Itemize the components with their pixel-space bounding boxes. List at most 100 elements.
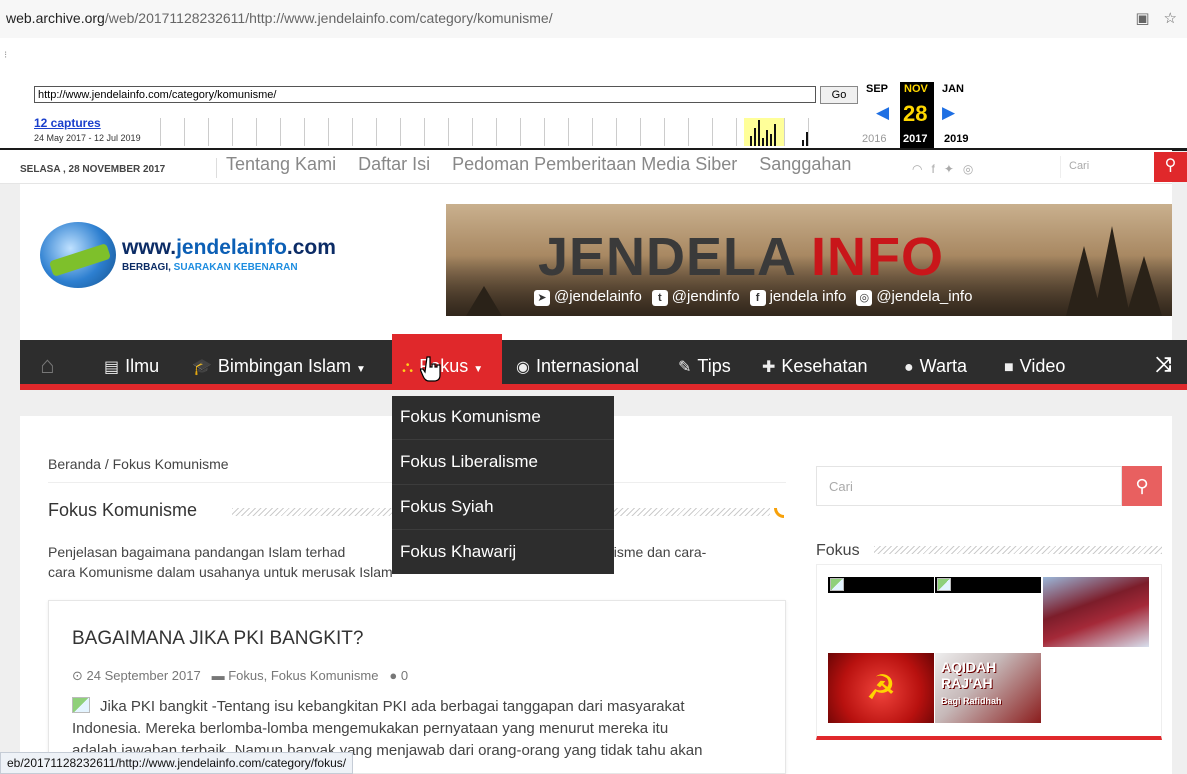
tumblr-icon: t: [651, 290, 668, 306]
topbar-link-daftar[interactable]: Daftar Isi: [358, 154, 430, 175]
nav-item-video[interactable]: ■ Video: [1004, 340, 1065, 390]
logo-prefix: www.: [122, 236, 177, 259]
banner-title: JENDELA INFO: [538, 226, 944, 288]
star-icon[interactable]: ☆: [1164, 9, 1177, 27]
nav-label: Bimbingan Islam: [217, 356, 351, 376]
nav-item-fokus[interactable]: ⛬ Fokus ▼: [402, 340, 483, 390]
post-comment-count[interactable]: 0: [401, 668, 408, 683]
nav-item-ilmu[interactable]: ▤ Ilmu: [104, 340, 159, 390]
wayback-next-month[interactable]: JAN: [942, 83, 964, 95]
nav-item-tips[interactable]: ✎ Tips: [678, 340, 731, 390]
wayback-prev-year[interactable]: 2016: [862, 133, 886, 145]
graduation-cap-icon: 🎓: [192, 359, 212, 376]
fokus-thumb-flag[interactable]: [1043, 577, 1149, 647]
timeline-year-divider: [712, 118, 713, 146]
topbar-search-input[interactable]: Cari: [1060, 156, 1156, 178]
tagline-b: SUARAKAN KEBENARAN: [173, 262, 298, 273]
timeline-year-divider: [376, 118, 377, 146]
wayback-sparkline[interactable]: [160, 118, 840, 146]
dropdown-item-komunisme[interactable]: Fokus Komunisme: [400, 407, 541, 427]
dropdown-item-syiah[interactable]: Fokus Syiah: [400, 497, 494, 517]
dropdown-divider: [392, 439, 614, 440]
scroll-marker: ⁝: [4, 50, 8, 61]
wayback-capture-bars: [744, 118, 844, 146]
video-camera-icon: ■: [1004, 359, 1014, 376]
fokus-thumb[interactable]: [828, 577, 934, 647]
logo-globe-icon[interactable]: [40, 222, 116, 288]
comments-icon: ●: [904, 359, 914, 376]
browser-url[interactable]: web.archive.org/web/20171128232611/http:…: [6, 10, 553, 26]
capture-bar: [754, 128, 756, 146]
chevron-down-icon: ▼: [473, 364, 484, 375]
breadcrumb: Beranda / Fokus Komunisme: [48, 456, 229, 472]
sidebar-search-button[interactable]: ⚲: [1122, 466, 1162, 506]
topbar-link-pedoman[interactable]: Pedoman Pemberitaan Media Siber: [452, 154, 737, 175]
shuffle-icon[interactable]: ⤨: [1140, 340, 1187, 390]
wayback-current-year: 2017: [903, 133, 928, 145]
timeline-year-divider: [328, 118, 329, 146]
rss-icon[interactable]: ◠: [912, 162, 922, 176]
nav-label: Tips: [697, 356, 731, 376]
wayback-captures-link[interactable]: 12 captures: [34, 116, 101, 130]
next-capture-arrow-icon[interactable]: ▶: [942, 103, 955, 123]
nav-label: Ilmu: [125, 356, 160, 376]
nav-item-warta[interactable]: ● Warta: [904, 340, 967, 390]
topbar-search-button[interactable]: ⚲: [1154, 152, 1187, 182]
sidebar-title-hatch: [874, 546, 1162, 554]
sidebar-fokus-title: Fokus: [816, 542, 860, 559]
capture-bar: [806, 132, 808, 146]
topbar-link-sanggahan[interactable]: Sanggahan: [759, 154, 851, 175]
prev-capture-arrow-icon[interactable]: ◀: [876, 103, 889, 123]
fokus-thumb[interactable]: [935, 577, 1041, 647]
fokus-thumb-aqidah[interactable]: AQIDAH RAJ'AH Bagi Rafidhah: [935, 653, 1041, 723]
dropdown-item-khawarij[interactable]: Fokus Khawarij: [400, 542, 516, 562]
post-meta: ⊙ 24 September 2017 ▬ Fokus, Fokus Komun…: [72, 668, 408, 684]
timeline-year-divider: [280, 118, 281, 146]
twitter-icon[interactable]: ✦: [944, 162, 954, 176]
sidebar-search-input[interactable]: Cari: [816, 466, 1122, 506]
nav-item-bimbingan-islam[interactable]: 🎓 Bimbingan Islam ▼: [192, 340, 366, 390]
broken-image-icon: [830, 578, 844, 591]
facebook-icon[interactable]: f: [931, 162, 934, 176]
binoculars-icon: ⛬: [402, 359, 414, 376]
banner-title-a: JENDELA: [538, 227, 812, 287]
topbar-link-tentang[interactable]: Tentang Kami: [226, 154, 336, 175]
wayback-current-day: 28: [903, 101, 928, 126]
capture-bar: [762, 138, 764, 146]
dropdown-item-liberalisme[interactable]: Fokus Liberalisme: [400, 452, 538, 472]
desc-part-a: Penjelasan bagaimana pandangan Islam ter…: [48, 544, 346, 560]
topbar-divider: [216, 158, 217, 178]
logo-tagline: BERBAGI, SUARAKAN KEBENARAN: [122, 262, 298, 273]
logo-title[interactable]: www.jendelainfo.com: [122, 236, 336, 260]
home-icon[interactable]: ⌂: [40, 352, 55, 380]
banner-tumblr-label: @jendinfo: [671, 288, 740, 305]
wayback-next-year[interactable]: 2019: [944, 133, 968, 145]
instagram-icon: ◎: [856, 290, 873, 306]
chevron-down-icon: ▼: [355, 364, 366, 375]
post-title[interactable]: BAGAIMANA JIKA PKI BANGKIT?: [72, 628, 363, 650]
book-icon: ▤: [104, 359, 120, 376]
banner-facebook-label: jendela info: [769, 288, 847, 305]
wayback-prev-month[interactable]: SEP: [866, 83, 888, 95]
wayback-url-input[interactable]: [34, 86, 816, 103]
excerpt-line-2: Indonesia. Mereka berlomba-lomba mengemu…: [72, 720, 669, 737]
nav-item-kesehatan[interactable]: ✚ Kesehatan: [762, 340, 867, 390]
breadcrumb-home[interactable]: Beranda: [48, 456, 101, 472]
fokus-thumb-hammer-sickle[interactable]: ☭: [828, 653, 934, 723]
instagram-icon[interactable]: ◎: [963, 162, 973, 176]
banner-social: ➤ @jendelainfo t @jendinfo f jendela info ◎…: [534, 288, 972, 306]
timeline-year-divider: [448, 118, 449, 146]
tagline-a: BERBAGI,: [122, 262, 174, 273]
translate-icon[interactable]: ▣: [1135, 9, 1149, 27]
post-categories[interactable]: Fokus, Fokus Komunisme: [228, 668, 378, 683]
post-date: 24 September 2017: [86, 668, 201, 683]
medkit-icon: ✚: [762, 359, 776, 376]
timeline-year-divider: [256, 118, 257, 146]
wayback-go-button[interactable]: Go: [820, 86, 858, 104]
banner-instagram: ◎ @jendela_info: [856, 288, 972, 306]
wrench-icon: ✎: [678, 359, 692, 376]
logo-main: jendelainfo: [176, 236, 287, 259]
wayback-capture-range: 24 May 2017 - 12 Jul 2019: [34, 133, 141, 143]
dropdown-divider: [392, 484, 614, 485]
nav-item-internasional[interactable]: ◉ Internasional: [516, 340, 639, 390]
